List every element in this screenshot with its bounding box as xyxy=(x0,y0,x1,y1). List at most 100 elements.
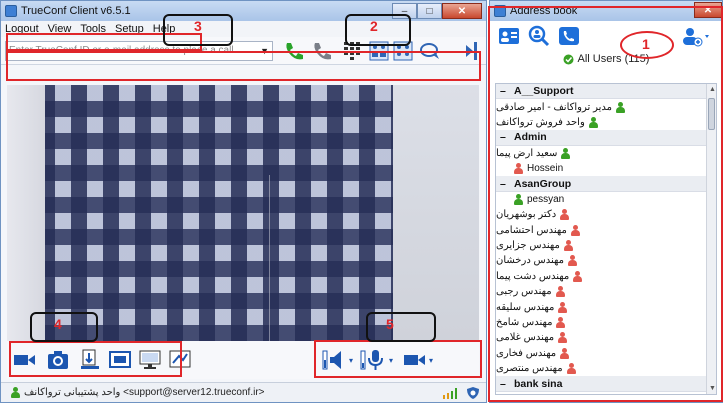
contact-group[interactable]: – AsanGroup xyxy=(496,176,706,192)
contact-list-item[interactable]: مهندس دشت پیما xyxy=(496,269,616,284)
main-window: TrueConf Client v6.5.1 – □ ✕ Logout View… xyxy=(0,0,487,403)
call-icon[interactable] xyxy=(283,40,305,62)
contact-list-item[interactable]: واحد فروش ترواکانف xyxy=(496,115,616,130)
online-status-icon xyxy=(11,387,20,398)
whiteboard-icon[interactable] xyxy=(169,350,191,370)
menu-setup[interactable]: Setup xyxy=(115,23,144,35)
contact-list-item[interactable]: سعید ارض پیما xyxy=(496,146,616,161)
user-offline-icon xyxy=(573,270,583,282)
collapse-panel-icon[interactable] xyxy=(464,41,478,61)
contact-name: مهندس شامخ xyxy=(496,317,553,329)
close-button[interactable]: ✕ xyxy=(442,3,482,19)
trueconf-app-icon xyxy=(5,5,17,17)
all-users-filter[interactable]: All Users (115) xyxy=(490,51,722,67)
contact-list-item[interactable]: مدیر ترواکانف - امیر صادقی xyxy=(496,99,625,114)
contact-list-item[interactable]: مهندس جزایری xyxy=(496,238,616,253)
user-offline-icon xyxy=(570,224,580,236)
phone-book-icon[interactable] xyxy=(558,26,580,46)
minimize-button[interactable]: – xyxy=(392,3,417,19)
contact-name: مهندس احتشامی xyxy=(496,224,567,236)
user-offline-icon xyxy=(560,347,570,359)
contact-name: سعید ارض پیما xyxy=(496,147,558,159)
address-book-close-button[interactable]: ✕ xyxy=(694,2,722,18)
screen-share-icon[interactable] xyxy=(139,350,161,370)
file-transfer-icon[interactable] xyxy=(79,349,101,371)
contact-scrollbar[interactable]: ▲ ▼ xyxy=(706,84,716,394)
address-book-window: Address book ✕ All Users (115) – A__Suppo… xyxy=(489,0,723,403)
user-offline-icon xyxy=(514,163,523,175)
annotation-number-5: 5 xyxy=(386,316,394,332)
contact-name: مهندس جزایری xyxy=(496,240,560,252)
contact-group[interactable]: – Admin xyxy=(496,130,706,146)
collapse-icon[interactable]: – xyxy=(500,378,510,390)
camera-toggle-icon[interactable] xyxy=(403,352,427,368)
snapshot-camera-icon[interactable] xyxy=(47,350,69,370)
speaker-volume-icon[interactable] xyxy=(321,348,347,372)
menu-view[interactable]: View xyxy=(48,23,72,35)
call-address-input[interactable]: Enter TrueConf ID or e-mail address to p… xyxy=(5,40,273,61)
contact-group[interactable]: – A__Support xyxy=(496,84,706,100)
main-titlebar: TrueConf Client v6.5.1 – □ ✕ xyxy=(1,1,486,21)
contact-card-icon[interactable] xyxy=(498,26,520,46)
contact-name: مدیر ترواکانف - امیر صادقی xyxy=(496,101,612,113)
contact-list-item[interactable]: مهندس شامخ xyxy=(496,315,616,330)
contact-name: مهندس غلامی xyxy=(496,332,555,344)
contact-group-name: AsanGroup xyxy=(514,177,572,190)
contact-list-item[interactable]: مهندس منتصری xyxy=(496,361,616,376)
collapse-icon[interactable]: – xyxy=(500,178,510,190)
contact-list-item[interactable]: مهندس احتشامی xyxy=(496,223,616,238)
scroll-up-icon[interactable]: ▲ xyxy=(709,86,716,93)
status-bar: واحد پشتیبانی ترواکانف <support@server12… xyxy=(1,382,486,402)
call-toolbar: Enter TrueConf ID or e-mail address to p… xyxy=(1,37,486,65)
contact-list-item[interactable]: pessyan xyxy=(496,192,706,207)
contact-list-item[interactable]: مهندس غلامی xyxy=(496,330,616,345)
chat-icon[interactable] xyxy=(419,41,441,61)
hangup-icon[interactable] xyxy=(311,40,333,62)
user-online-icon xyxy=(514,193,523,205)
user-offline-icon xyxy=(568,255,577,267)
group-conference-icon[interactable] xyxy=(393,41,413,61)
contact-name: مهندس سلیقه xyxy=(496,301,555,313)
collapse-icon[interactable]: – xyxy=(500,85,510,97)
add-user-icon[interactable] xyxy=(682,27,710,47)
slideshow-icon[interactable] xyxy=(109,350,131,370)
menu-logout[interactable]: Logout xyxy=(5,23,39,35)
video-camera-icon[interactable] xyxy=(13,351,37,369)
contact-group-name: bank sina xyxy=(514,377,563,390)
maximize-button[interactable]: □ xyxy=(417,3,442,19)
contact-group[interactable]: – bank sina xyxy=(496,376,706,392)
chevron-down-icon[interactable]: ▾ xyxy=(429,356,433,365)
scroll-down-icon[interactable]: ▼ xyxy=(709,385,716,392)
chevron-down-icon[interactable]: ▾ xyxy=(349,356,353,365)
search-user-icon[interactable] xyxy=(528,25,550,47)
contact-name: مهندس فخاری xyxy=(496,347,557,359)
chevron-down-icon[interactable]: ▾ xyxy=(389,356,393,365)
shield-icon[interactable] xyxy=(466,386,480,400)
contact-list-item[interactable]: دکتر بوشهریان xyxy=(496,207,616,222)
chevron-down-icon[interactable]: ▼ xyxy=(260,46,269,56)
contact-list-item[interactable]: مهندس سلیقه xyxy=(496,299,616,314)
contact-list-item[interactable]: مهندس درخشان xyxy=(496,253,616,268)
address-book-titlebar: Address book ✕ xyxy=(490,1,722,21)
conference-icon[interactable] xyxy=(369,41,389,61)
dialpad-icon[interactable] xyxy=(343,41,361,61)
contact-group-name: Admin xyxy=(514,131,547,144)
contact-list-item[interactable]: Hossein xyxy=(496,161,706,176)
address-book-toolbar xyxy=(490,21,722,51)
contact-list-item[interactable]: مهندس رجبی xyxy=(496,284,616,299)
user-online-icon xyxy=(588,116,598,128)
menu-tools[interactable]: Tools xyxy=(80,23,106,35)
menu-help[interactable]: Help xyxy=(153,23,176,35)
contact-name: مهندس درخشان xyxy=(496,255,564,267)
user-offline-icon xyxy=(563,240,573,252)
user-online-icon xyxy=(561,147,571,159)
contact-list-item[interactable]: مهندس فخاری xyxy=(496,346,616,361)
window-title: TrueConf Client v6.5.1 xyxy=(21,5,131,17)
annotation-number-2: 2 xyxy=(370,18,378,34)
collapse-icon[interactable]: – xyxy=(500,131,510,143)
scroll-thumb[interactable] xyxy=(708,98,715,130)
contact-name: Hossein xyxy=(527,163,564,175)
current-user-status: واحد پشتیبانی ترواکانف <support@server12… xyxy=(24,387,265,398)
video-preview xyxy=(7,85,479,341)
microphone-icon[interactable] xyxy=(359,348,387,372)
